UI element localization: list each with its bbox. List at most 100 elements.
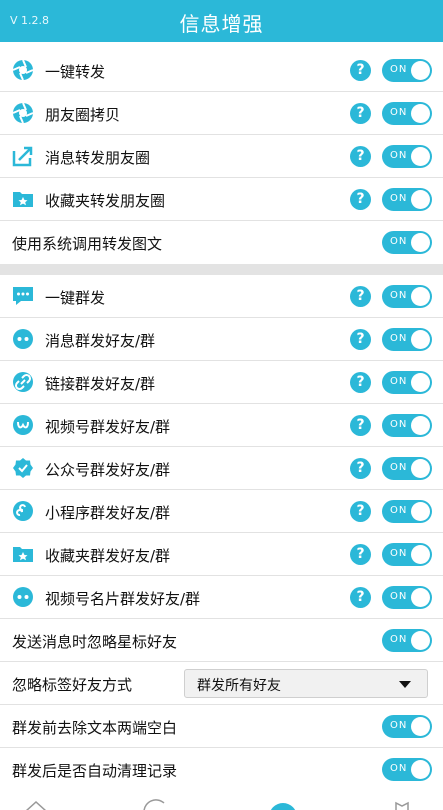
toggle-switch[interactable]: ON xyxy=(382,102,432,125)
setting-row-one-click-forward: 一键转发 ? ON xyxy=(0,49,443,92)
toggle-state: ON xyxy=(390,548,408,559)
message-dots-icon xyxy=(13,587,33,607)
setting-label: 收藏夹群发好友/群 xyxy=(45,547,171,565)
folder-star-icon xyxy=(13,192,33,207)
setting-row-auto-clear-records: 群发后是否自动清理记录 ON xyxy=(0,748,443,791)
setting-row-trim-whitespace: 群发前去除文本两端空白 ON xyxy=(0,705,443,748)
help-icon[interactable]: ? xyxy=(350,286,371,307)
verified-badge-icon xyxy=(13,458,33,478)
help-icon[interactable]: ? xyxy=(350,60,371,81)
bottom-nav-icons xyxy=(25,799,409,810)
setting-label: 群发后是否自动清理记录 xyxy=(12,762,178,780)
toggle-knob xyxy=(411,147,430,166)
toggle-switch[interactable]: ON xyxy=(382,285,432,308)
home-icon xyxy=(25,800,47,810)
toggle-state: ON xyxy=(390,193,408,204)
setting-row-system-forward: 使用系统调用转发图文 ON xyxy=(0,221,443,264)
app-header: V 1.2.8 信息增强 xyxy=(0,0,443,42)
toggle-knob xyxy=(411,717,430,736)
toggle-switch[interactable]: ON xyxy=(382,188,432,211)
setting-row-channels-card-broadcast: 视频号名片群发好友/群 ? ON xyxy=(0,576,443,619)
help-icon[interactable]: ? xyxy=(350,189,371,210)
toggle-knob xyxy=(411,631,430,650)
setting-label: 一键转发 xyxy=(45,63,106,81)
toggle-knob xyxy=(411,545,430,564)
help-icon[interactable]: ? xyxy=(350,458,371,479)
toggle-knob xyxy=(411,502,430,521)
toggle-knob xyxy=(411,760,430,779)
discover-icon xyxy=(143,799,165,810)
setting-row-message-broadcast: 消息群发好友/群 ? ON xyxy=(0,318,443,361)
toggle-knob xyxy=(411,330,430,349)
toggle-switch[interactable]: ON xyxy=(382,414,432,437)
toggle-knob xyxy=(411,416,430,435)
toggle-switch[interactable]: ON xyxy=(382,59,432,82)
toggle-state: ON xyxy=(390,236,408,247)
folder-star-icon xyxy=(13,547,33,562)
toggle-switch[interactable]: ON xyxy=(382,500,432,523)
setting-row-favorites-broadcast: 收藏夹群发好友/群 ? ON xyxy=(0,533,443,576)
setting-row-favorites-to-moments: 收藏夹转发朋友圈 ? ON xyxy=(0,178,443,221)
toggle-knob xyxy=(411,588,430,607)
toggle-knob xyxy=(411,373,430,392)
toggle-switch[interactable]: ON xyxy=(382,629,432,652)
toggle-state: ON xyxy=(390,720,408,731)
toggle-switch[interactable]: ON xyxy=(382,543,432,566)
help-icon[interactable]: ? xyxy=(350,587,371,608)
help-icon[interactable]: ? xyxy=(350,329,371,350)
toggle-state: ON xyxy=(390,419,408,430)
toggle-state: ON xyxy=(390,634,408,645)
setting-row-channels-broadcast: 视频号群发好友/群 ? ON xyxy=(0,404,443,447)
dropdown-arrow-icon xyxy=(399,681,411,688)
setting-label: 忽略标签好友方式 xyxy=(12,676,133,694)
toggle-knob xyxy=(411,61,430,80)
share-icon xyxy=(12,146,33,167)
toggle-state: ON xyxy=(390,107,408,118)
setting-label: 发送消息时忽略星标好友 xyxy=(12,633,178,651)
setting-label: 视频号名片群发好友/群 xyxy=(45,590,201,608)
ignore-tag-mode-select[interactable]: 群发所有好友 xyxy=(184,669,428,698)
setting-label: 公众号群发好友/群 xyxy=(45,461,171,479)
toggle-knob xyxy=(411,459,430,478)
mini-program-icon xyxy=(13,501,33,521)
toggle-state: ON xyxy=(390,462,408,473)
setting-label: 使用系统调用转发图文 xyxy=(12,235,163,253)
setting-row-moments-copy: 朋友圈拷贝 ? ON xyxy=(0,92,443,135)
toggle-switch[interactable]: ON xyxy=(382,371,432,394)
link-icon xyxy=(13,372,33,392)
toggle-switch[interactable]: ON xyxy=(382,328,432,351)
toggle-switch[interactable]: ON xyxy=(382,145,432,168)
toggle-switch[interactable]: ON xyxy=(382,715,432,738)
help-icon[interactable]: ? xyxy=(350,372,371,393)
setting-row-message-to-moments: 消息转发朋友圈 ? ON xyxy=(0,135,443,178)
active-tab-icon xyxy=(270,803,296,810)
help-icon[interactable]: ? xyxy=(350,544,371,565)
help-icon[interactable]: ? xyxy=(350,415,371,436)
help-icon[interactable]: ? xyxy=(350,103,371,124)
setting-row-official-account-broadcast: 公众号群发好友/群 ? ON xyxy=(0,447,443,490)
toggle-switch[interactable]: ON xyxy=(382,586,432,609)
setting-label: 视频号群发好友/群 xyxy=(45,418,171,436)
toggle-state: ON xyxy=(390,333,408,344)
setting-label: 小程序群发好友/群 xyxy=(45,504,171,522)
setting-row-link-broadcast: 链接群发好友/群 ? ON xyxy=(0,361,443,404)
toggle-state: ON xyxy=(390,505,408,516)
page-title: 信息增强 xyxy=(179,12,264,36)
toggle-switch[interactable]: ON xyxy=(382,758,432,781)
toggle-state: ON xyxy=(390,64,408,75)
setting-row-mini-program-broadcast: 小程序群发好友/群 ? ON xyxy=(0,490,443,533)
toggle-switch[interactable]: ON xyxy=(382,231,432,254)
help-icon[interactable]: ? xyxy=(350,146,371,167)
setting-label: 一键群发 xyxy=(45,289,106,307)
toggle-state: ON xyxy=(390,150,408,161)
help-icon[interactable]: ? xyxy=(350,501,371,522)
shutter-icon xyxy=(12,102,34,124)
setting-label: 朋友圈拷贝 xyxy=(45,106,121,124)
toggle-state: ON xyxy=(390,591,408,602)
setting-row-one-click-broadcast: 一键群发 ? ON xyxy=(0,275,443,318)
toggle-knob xyxy=(411,190,430,209)
setting-label: 消息群发好友/群 xyxy=(45,332,156,350)
toggle-switch[interactable]: ON xyxy=(382,457,432,480)
section-separator xyxy=(0,264,443,275)
chat-bubble-icon xyxy=(13,287,33,305)
